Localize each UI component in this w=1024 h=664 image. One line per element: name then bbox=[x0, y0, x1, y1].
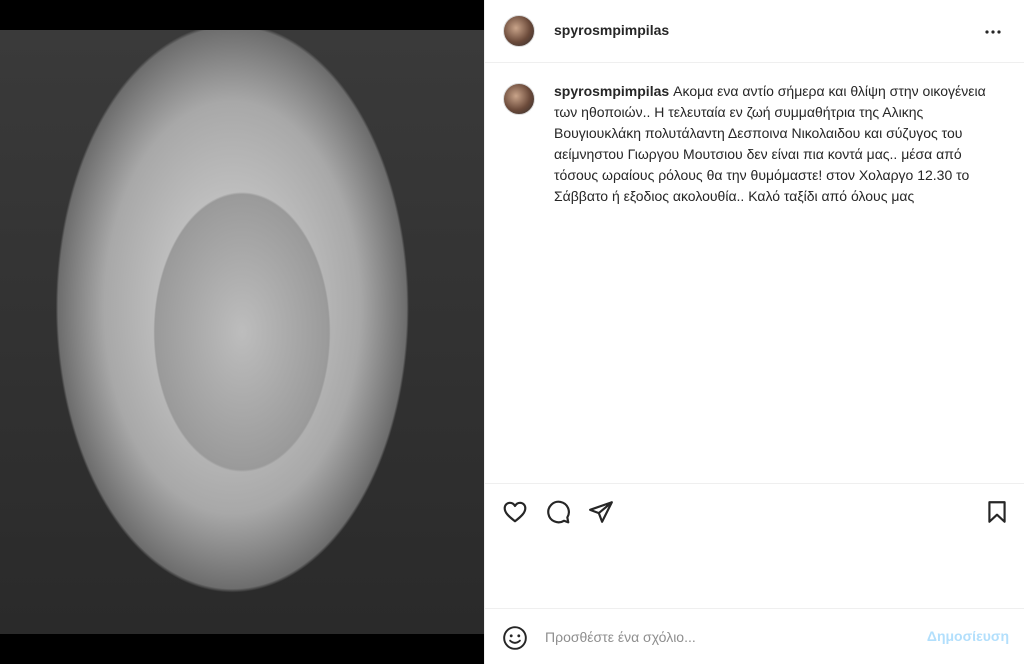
post-photo bbox=[0, 30, 484, 634]
post-caption: spyrosmpimpilas Ακομα ενα αντίο σήμερα κα… bbox=[554, 81, 994, 207]
post-header: spyrosmpimpilas bbox=[485, 0, 1024, 63]
more-options-icon[interactable] bbox=[981, 20, 1005, 44]
comment-bubble-icon[interactable] bbox=[545, 499, 571, 525]
bookmark-icon[interactable] bbox=[984, 499, 1010, 525]
caption-text: Ακομα ενα αντίο σήμερα και θλίψη στην οι… bbox=[554, 83, 986, 204]
add-comment-bar: Δημοσίευση bbox=[485, 608, 1024, 664]
comments-section: spyrosmpimpilas Ακομα ενα αντίο σήμερα κα… bbox=[485, 63, 1024, 483]
post-actions bbox=[485, 483, 1024, 608]
author-avatar[interactable] bbox=[503, 15, 535, 47]
paper-plane-icon[interactable] bbox=[588, 499, 614, 525]
post-comment-button[interactable]: Δημοσίευση bbox=[927, 628, 1009, 644]
post-details-panel: spyrosmpimpilas spyrosmpimpilas Ακομα ενα… bbox=[484, 0, 1024, 664]
emoji-smiley-icon[interactable] bbox=[502, 625, 528, 651]
caption-avatar[interactable] bbox=[503, 83, 535, 115]
comment-input[interactable] bbox=[545, 625, 915, 649]
post-media[interactable] bbox=[0, 0, 484, 664]
heart-icon[interactable] bbox=[502, 499, 528, 525]
caption-username[interactable]: spyrosmpimpilas bbox=[554, 83, 669, 99]
author-username[interactable]: spyrosmpimpilas bbox=[554, 22, 669, 38]
